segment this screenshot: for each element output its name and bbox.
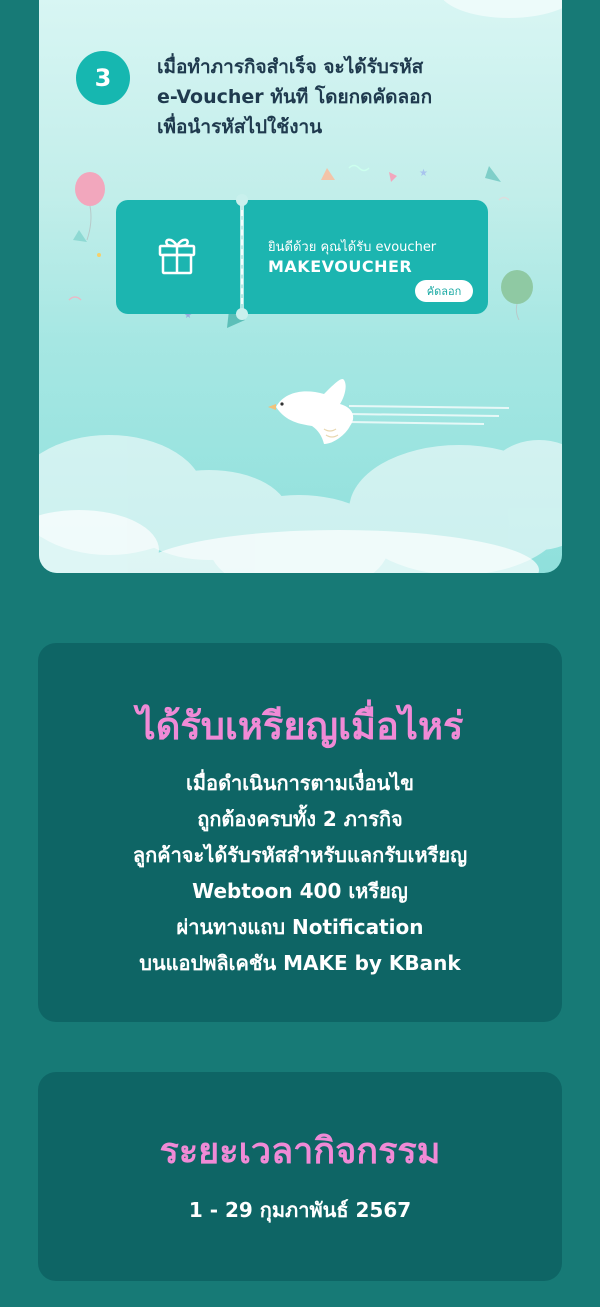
step-description: เมื่อทำภารกิจสำเร็จ จะได้รับรหัส e-Vouch… [157, 52, 517, 142]
step-line: เมื่อทำภารกิจสำเร็จ จะได้รับรหัส [157, 56, 424, 78]
step-line: e-Voucher ทันที โดยกดคัดลอก [157, 86, 433, 108]
reward-line: ผ่านทางแถบ Notification [176, 915, 424, 939]
period-dates: 1 - 29 กุมภาพันธ์ 2567 [188, 1198, 412, 1222]
reward-line: บนแอปพลิเคชัน MAKE by KBank [139, 951, 461, 975]
period-heading: ระยะเวลากิจกรรม [159, 1131, 441, 1172]
period-info-card: ระยะเวลากิจกรรม 1 - 29 กุมภาพันธ์ 2567 [38, 1072, 562, 1281]
step-card: 3 เมื่อทำภารกิจสำเร็จ จะได้รับรหัส e-Vou… [39, 0, 562, 573]
reward-line: Webtoon 400 เหรียญ [192, 879, 408, 903]
voucher-ticket: ยินดีด้วย คุณได้รับ evoucher MAKEVOUCHER… [116, 194, 488, 320]
ticket-notch [236, 308, 248, 320]
reward-description: เมื่อดำเนินการตามเงื่อนไข ถูกต้องครบทั้ง… [38, 765, 562, 981]
step-line: เพื่อนำรหัสไปใช้งาน [157, 116, 323, 138]
reward-line: ถูกต้องครบทั้ง 2 ภารกิจ [197, 807, 403, 831]
gift-icon [158, 238, 196, 275]
reward-line: เมื่อดำเนินการตามเงื่อนไข [186, 771, 414, 795]
period-dates-block: 1 - 29 กุมภาพันธ์ 2567 [38, 1192, 562, 1228]
reward-heading: ได้รับเหรียญเมื่อไหร่ [136, 704, 464, 748]
svg-text:★: ★ [419, 168, 428, 179]
reward-line: ลูกค้าจะได้รับรหัสสำหรับแลกรับเหรียญ [132, 843, 468, 867]
ticket-notch [236, 194, 248, 206]
voucher-message: ยินดีด้วย คุณได้รับ evoucher [268, 240, 437, 255]
voucher-code: MAKEVOUCHER [268, 257, 413, 276]
step-number-badge: 3 [76, 51, 130, 105]
copy-button[interactable]: คัดลอก [415, 280, 473, 302]
reward-info-card: ได้รับเหรียญเมื่อไหร่ เมื่อดำเนินการตามเ… [38, 643, 562, 1022]
voucher-stub [116, 200, 240, 314]
ticket-perforation [241, 210, 243, 304]
bird-icon [268, 378, 510, 444]
